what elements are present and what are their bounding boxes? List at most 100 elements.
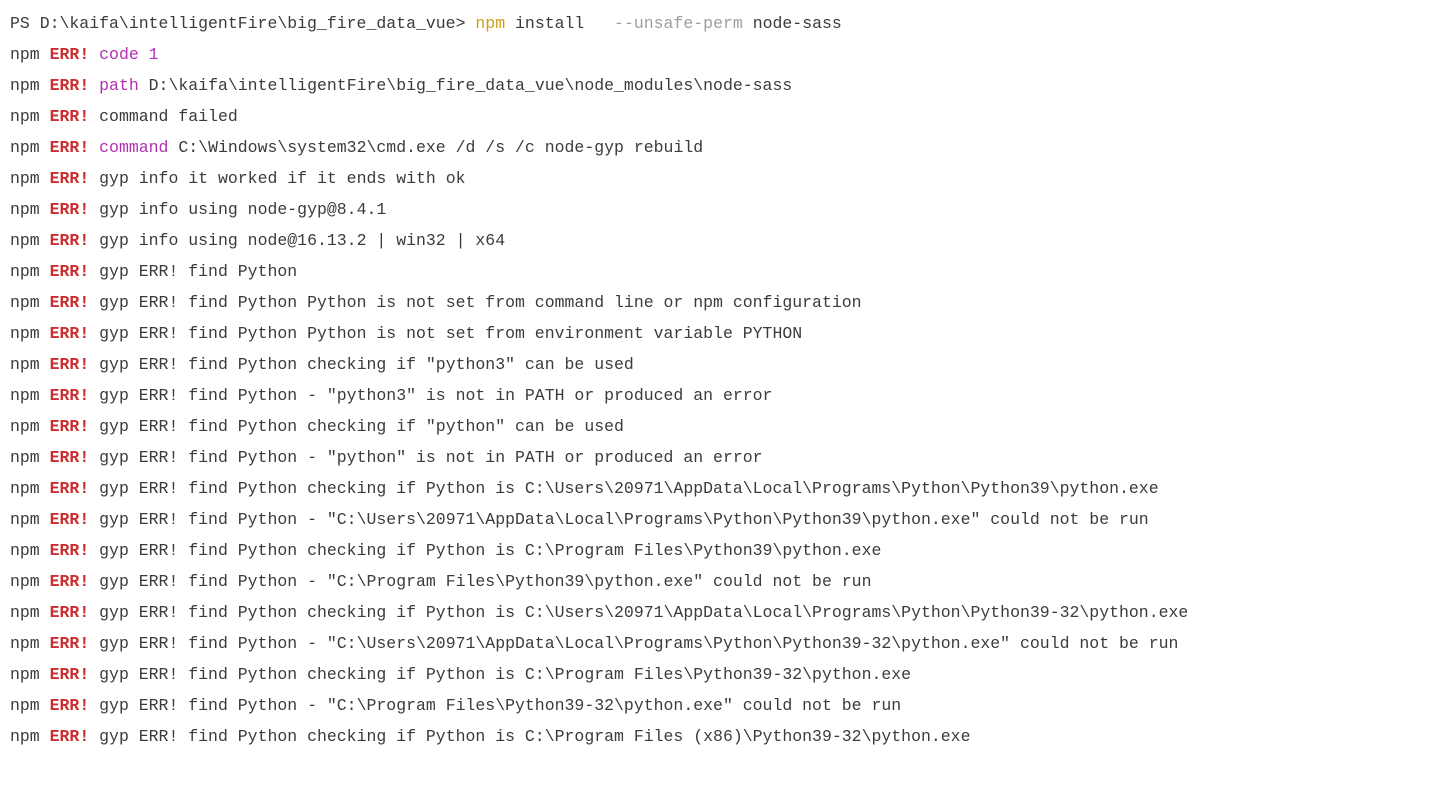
err-message: gyp ERR! find Python - "C:\Users\20971\A…	[99, 634, 1178, 653]
err-keyword: path	[99, 76, 139, 95]
error-line: npm ERR! gyp ERR! find Python	[10, 256, 1444, 287]
error-line: npm ERR! gyp ERR! find Python - "C:\Prog…	[10, 690, 1444, 721]
err-label: ERR!	[50, 541, 90, 560]
npm-prefix: npm	[10, 231, 40, 250]
flag-unsafe-perm: --unsafe-perm	[614, 14, 743, 33]
error-line: npm ERR! gyp info it worked if it ends w…	[10, 163, 1444, 194]
err-label: ERR!	[50, 200, 90, 219]
npm-prefix: npm	[10, 479, 40, 498]
npm-prefix: npm	[10, 727, 40, 746]
npm-prefix: npm	[10, 262, 40, 281]
err-message: 1	[149, 45, 159, 64]
error-line: npm ERR! code 1	[10, 39, 1444, 70]
err-message: C:\Windows\system32\cmd.exe /d /s /c nod…	[178, 138, 703, 157]
err-label: ERR!	[50, 386, 90, 405]
error-line: npm ERR! path D:\kaifa\intelligentFire\b…	[10, 70, 1444, 101]
npm-prefix: npm	[10, 200, 40, 219]
error-line: npm ERR! gyp ERR! find Python checking i…	[10, 535, 1444, 566]
error-line: npm ERR! gyp ERR! find Python - "python3…	[10, 380, 1444, 411]
install-subcommand: install	[515, 14, 584, 33]
error-line: npm ERR! gyp info using node-gyp@8.4.1	[10, 194, 1444, 225]
terminal-output[interactable]: PS D:\kaifa\intelligentFire\big_fire_dat…	[10, 8, 1444, 752]
err-label: ERR!	[50, 231, 90, 250]
error-line: npm ERR! gyp ERR! find Python checking i…	[10, 597, 1444, 628]
error-line: npm ERR! gyp ERR! find Python checking i…	[10, 473, 1444, 504]
err-label: ERR!	[50, 293, 90, 312]
npm-prefix: npm	[10, 107, 40, 126]
error-line: npm ERR! command C:\Windows\system32\cmd…	[10, 132, 1444, 163]
err-message: gyp ERR! find Python Python is not set f…	[99, 293, 861, 312]
err-message: gyp ERR! find Python - "C:\Program Files…	[99, 696, 901, 715]
npm-prefix: npm	[10, 293, 40, 312]
error-line: npm ERR! gyp ERR! find Python checking i…	[10, 721, 1444, 752]
ps-prompt: PS D:\kaifa\intelligentFire\big_fire_dat…	[10, 14, 465, 33]
npm-prefix: npm	[10, 355, 40, 374]
err-label: ERR!	[50, 727, 90, 746]
npm-prefix: npm	[10, 696, 40, 715]
npm-prefix: npm	[10, 541, 40, 560]
err-keyword: command	[99, 138, 168, 157]
error-line: npm ERR! gyp ERR! find Python checking i…	[10, 411, 1444, 442]
err-message: gyp ERR! find Python - "C:\Program Files…	[99, 572, 871, 591]
err-label: ERR!	[50, 107, 90, 126]
err-label: ERR!	[50, 76, 90, 95]
err-label: ERR!	[50, 696, 90, 715]
err-label: ERR!	[50, 479, 90, 498]
err-label: ERR!	[50, 510, 90, 529]
err-message: gyp info using node@16.13.2 | win32 | x6…	[99, 231, 505, 250]
npm-prefix: npm	[10, 45, 40, 64]
err-label: ERR!	[50, 138, 90, 157]
err-label: ERR!	[50, 45, 90, 64]
error-line: npm ERR! gyp ERR! find Python - "python"…	[10, 442, 1444, 473]
err-message: gyp ERR! find Python Python is not set f…	[99, 324, 802, 343]
err-label: ERR!	[50, 169, 90, 188]
err-message: gyp ERR! find Python checking if "python…	[99, 417, 624, 436]
err-message: gyp ERR! find Python - "python3" is not …	[99, 386, 772, 405]
err-label: ERR!	[50, 603, 90, 622]
err-message: gyp ERR! find Python checking if Python …	[99, 603, 1188, 622]
err-message: gyp ERR! find Python - "C:\Users\20971\A…	[99, 510, 1149, 529]
npm-prefix: npm	[10, 634, 40, 653]
npm-prefix: npm	[10, 665, 40, 684]
err-message: D:\kaifa\intelligentFire\big_fire_data_v…	[149, 76, 793, 95]
err-message: gyp ERR! find Python checking if Python …	[99, 727, 970, 746]
package-name: node-sass	[753, 14, 842, 33]
err-message: gyp info using node-gyp@8.4.1	[99, 200, 386, 219]
err-label: ERR!	[50, 324, 90, 343]
npm-prefix: npm	[10, 417, 40, 436]
err-message: gyp ERR! find Python checking if Python …	[99, 665, 911, 684]
error-line: npm ERR! gyp ERR! find Python - "C:\User…	[10, 504, 1444, 535]
npm-prefix: npm	[10, 386, 40, 405]
error-line: npm ERR! gyp ERR! find Python Python is …	[10, 287, 1444, 318]
err-message: gyp ERR! find Python checking if Python …	[99, 541, 881, 560]
error-lines-container: npm ERR! code 1npm ERR! path D:\kaifa\in…	[10, 39, 1444, 752]
npm-prefix: npm	[10, 76, 40, 95]
err-message: gyp ERR! find Python	[99, 262, 297, 281]
err-label: ERR!	[50, 448, 90, 467]
err-label: ERR!	[50, 572, 90, 591]
npm-prefix: npm	[10, 603, 40, 622]
err-message: gyp ERR! find Python - "python" is not i…	[99, 448, 762, 467]
err-label: ERR!	[50, 665, 90, 684]
npm-prefix: npm	[10, 138, 40, 157]
err-message: gyp ERR! find Python checking if Python …	[99, 479, 1158, 498]
npm-command: npm	[475, 14, 505, 33]
npm-prefix: npm	[10, 572, 40, 591]
error-line: npm ERR! gyp info using node@16.13.2 | w…	[10, 225, 1444, 256]
err-label: ERR!	[50, 417, 90, 436]
prompt-line: PS D:\kaifa\intelligentFire\big_fire_dat…	[10, 8, 1444, 39]
err-message: gyp info it worked if it ends with ok	[99, 169, 465, 188]
error-line: npm ERR! gyp ERR! find Python checking i…	[10, 349, 1444, 380]
err-keyword: code	[99, 45, 139, 64]
error-line: npm ERR! gyp ERR! find Python Python is …	[10, 318, 1444, 349]
npm-prefix: npm	[10, 510, 40, 529]
err-label: ERR!	[50, 355, 90, 374]
err-message: gyp ERR! find Python checking if "python…	[99, 355, 634, 374]
error-line: npm ERR! command failed	[10, 101, 1444, 132]
npm-prefix: npm	[10, 448, 40, 467]
err-message: command failed	[99, 107, 238, 126]
npm-prefix: npm	[10, 324, 40, 343]
err-label: ERR!	[50, 262, 90, 281]
error-line: npm ERR! gyp ERR! find Python - "C:\User…	[10, 628, 1444, 659]
npm-prefix: npm	[10, 169, 40, 188]
